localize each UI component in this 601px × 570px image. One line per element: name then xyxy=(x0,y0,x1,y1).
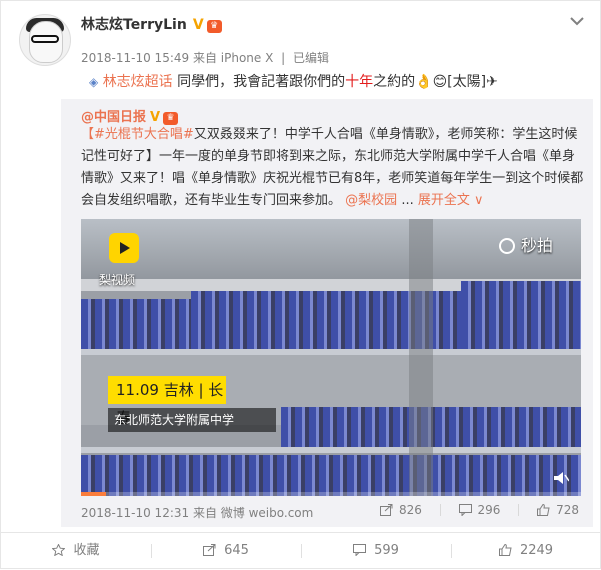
vip-crown-icon: ♛ xyxy=(206,20,222,33)
comment-icon xyxy=(353,544,367,556)
post-meta: 2018-11-10 15:49 来自 iPhone X | 已编辑 xyxy=(81,49,329,66)
video-date-location: 11.09 吉林 | 长春 xyxy=(108,376,226,427)
action-divider xyxy=(518,504,520,516)
video-school-caption: 东北师范大学附属中学 xyxy=(108,408,276,432)
repost-timestamp[interactable]: 2018-11-10 12:31 xyxy=(81,506,189,520)
status-accent-text: 十年 xyxy=(345,74,374,90)
comment-icon xyxy=(458,504,472,516)
status-text-a: 同學們，我會記著跟你們的 xyxy=(172,74,346,90)
super-topic-icon: ◈ xyxy=(89,75,99,89)
post-source: 来自 iPhone X xyxy=(192,51,274,65)
video-brand-label: 梨视频 xyxy=(99,273,136,287)
mention-link[interactable]: @梨校园 xyxy=(345,193,397,208)
miaopai-icon xyxy=(499,238,515,254)
status-text-b: 之約的👌😊[太陽]✈ xyxy=(373,74,498,90)
avatar[interactable] xyxy=(19,14,71,66)
share-icon xyxy=(379,504,393,516)
comment-button[interactable]: 599 xyxy=(301,533,451,569)
meta-separator: | xyxy=(281,51,286,65)
repost-like-button[interactable]: 728 xyxy=(537,503,579,517)
video-crowd-5 xyxy=(81,455,581,496)
thumbs-up-icon xyxy=(498,544,512,556)
author-name[interactable]: 林志炫TerryLin xyxy=(81,17,187,33)
video-pillar xyxy=(409,219,433,496)
chevron-down-icon[interactable] xyxy=(569,15,585,27)
super-topic-link[interactable]: 林志炫超话 xyxy=(103,74,173,90)
post-text: ◈ 林志炫超话 同學們，我會記著跟你們的十年之約的👌😊[太陽]✈ xyxy=(89,71,498,91)
favorite-button[interactable]: 收藏 xyxy=(1,533,151,569)
hashtag-link[interactable]: #光棍节大合唱# xyxy=(94,127,194,142)
action-divider xyxy=(439,504,441,516)
pear-video-logo-icon xyxy=(109,233,139,263)
bracket-open: 【 xyxy=(81,127,95,142)
video-progress-bar[interactable] xyxy=(81,492,581,496)
reposted-content[interactable]: @中国日报 V ♛ 【#光棍节大合唱#又双叒叕来了！中学千人合唱《单身情歌》，老师笑… xyxy=(61,99,593,527)
repost-repost-button[interactable]: 826 xyxy=(379,503,422,517)
ellipsis: ... xyxy=(401,193,414,208)
repost-body: 【#光棍节大合唱#又双叒叕来了！中学千人合唱《单身情歌》，老师笑称：学生这时候记… xyxy=(81,124,586,212)
weibo-post-card: 林志炫TerryLin V ♛ 2018-11-10 15:49 来自 iPhone… xyxy=(0,0,601,569)
repost-comment-button[interactable]: 296 xyxy=(458,503,500,517)
expand-full-text-link[interactable]: 展开全文 ∨ xyxy=(418,193,484,208)
verified-icon: V xyxy=(192,17,204,33)
video-crowd-3 xyxy=(81,299,191,355)
repost-button[interactable]: 645 xyxy=(151,533,301,569)
thumbs-up-icon xyxy=(537,504,550,516)
avatar-glasses xyxy=(31,35,59,43)
repost-author[interactable]: @中国日报 xyxy=(81,110,146,125)
repost-meta: 2018-11-10 12:31 来自 微博 weibo.com xyxy=(81,504,313,521)
share-icon xyxy=(203,544,216,556)
repost-author-line: @中国日报 V ♛ xyxy=(81,106,179,125)
video-progress-fill xyxy=(81,492,106,496)
repost-actions: 826 296 728 xyxy=(366,503,579,517)
star-icon xyxy=(52,544,66,556)
video-player[interactable]: 梨视频 秒拍 11.09 吉林 | 长春 东北师范大学附属中学 xyxy=(81,219,581,496)
like-button[interactable]: 2249 xyxy=(451,533,601,569)
mute-icon[interactable] xyxy=(553,471,569,485)
post-timestamp[interactable]: 2018-11-10 15:49 xyxy=(81,51,189,65)
video-rail-2 xyxy=(81,447,581,453)
video-watermark: 秒拍 xyxy=(499,232,553,256)
repost-verified-icon: V xyxy=(150,110,161,125)
action-bar: 收藏 645 599 2249 xyxy=(1,532,601,570)
post-edited-label[interactable]: 已编辑 xyxy=(293,51,329,65)
repost-source: 来自 微博 weibo.com xyxy=(192,506,314,520)
author-header: 林志炫TerryLin V ♛ xyxy=(81,14,222,34)
